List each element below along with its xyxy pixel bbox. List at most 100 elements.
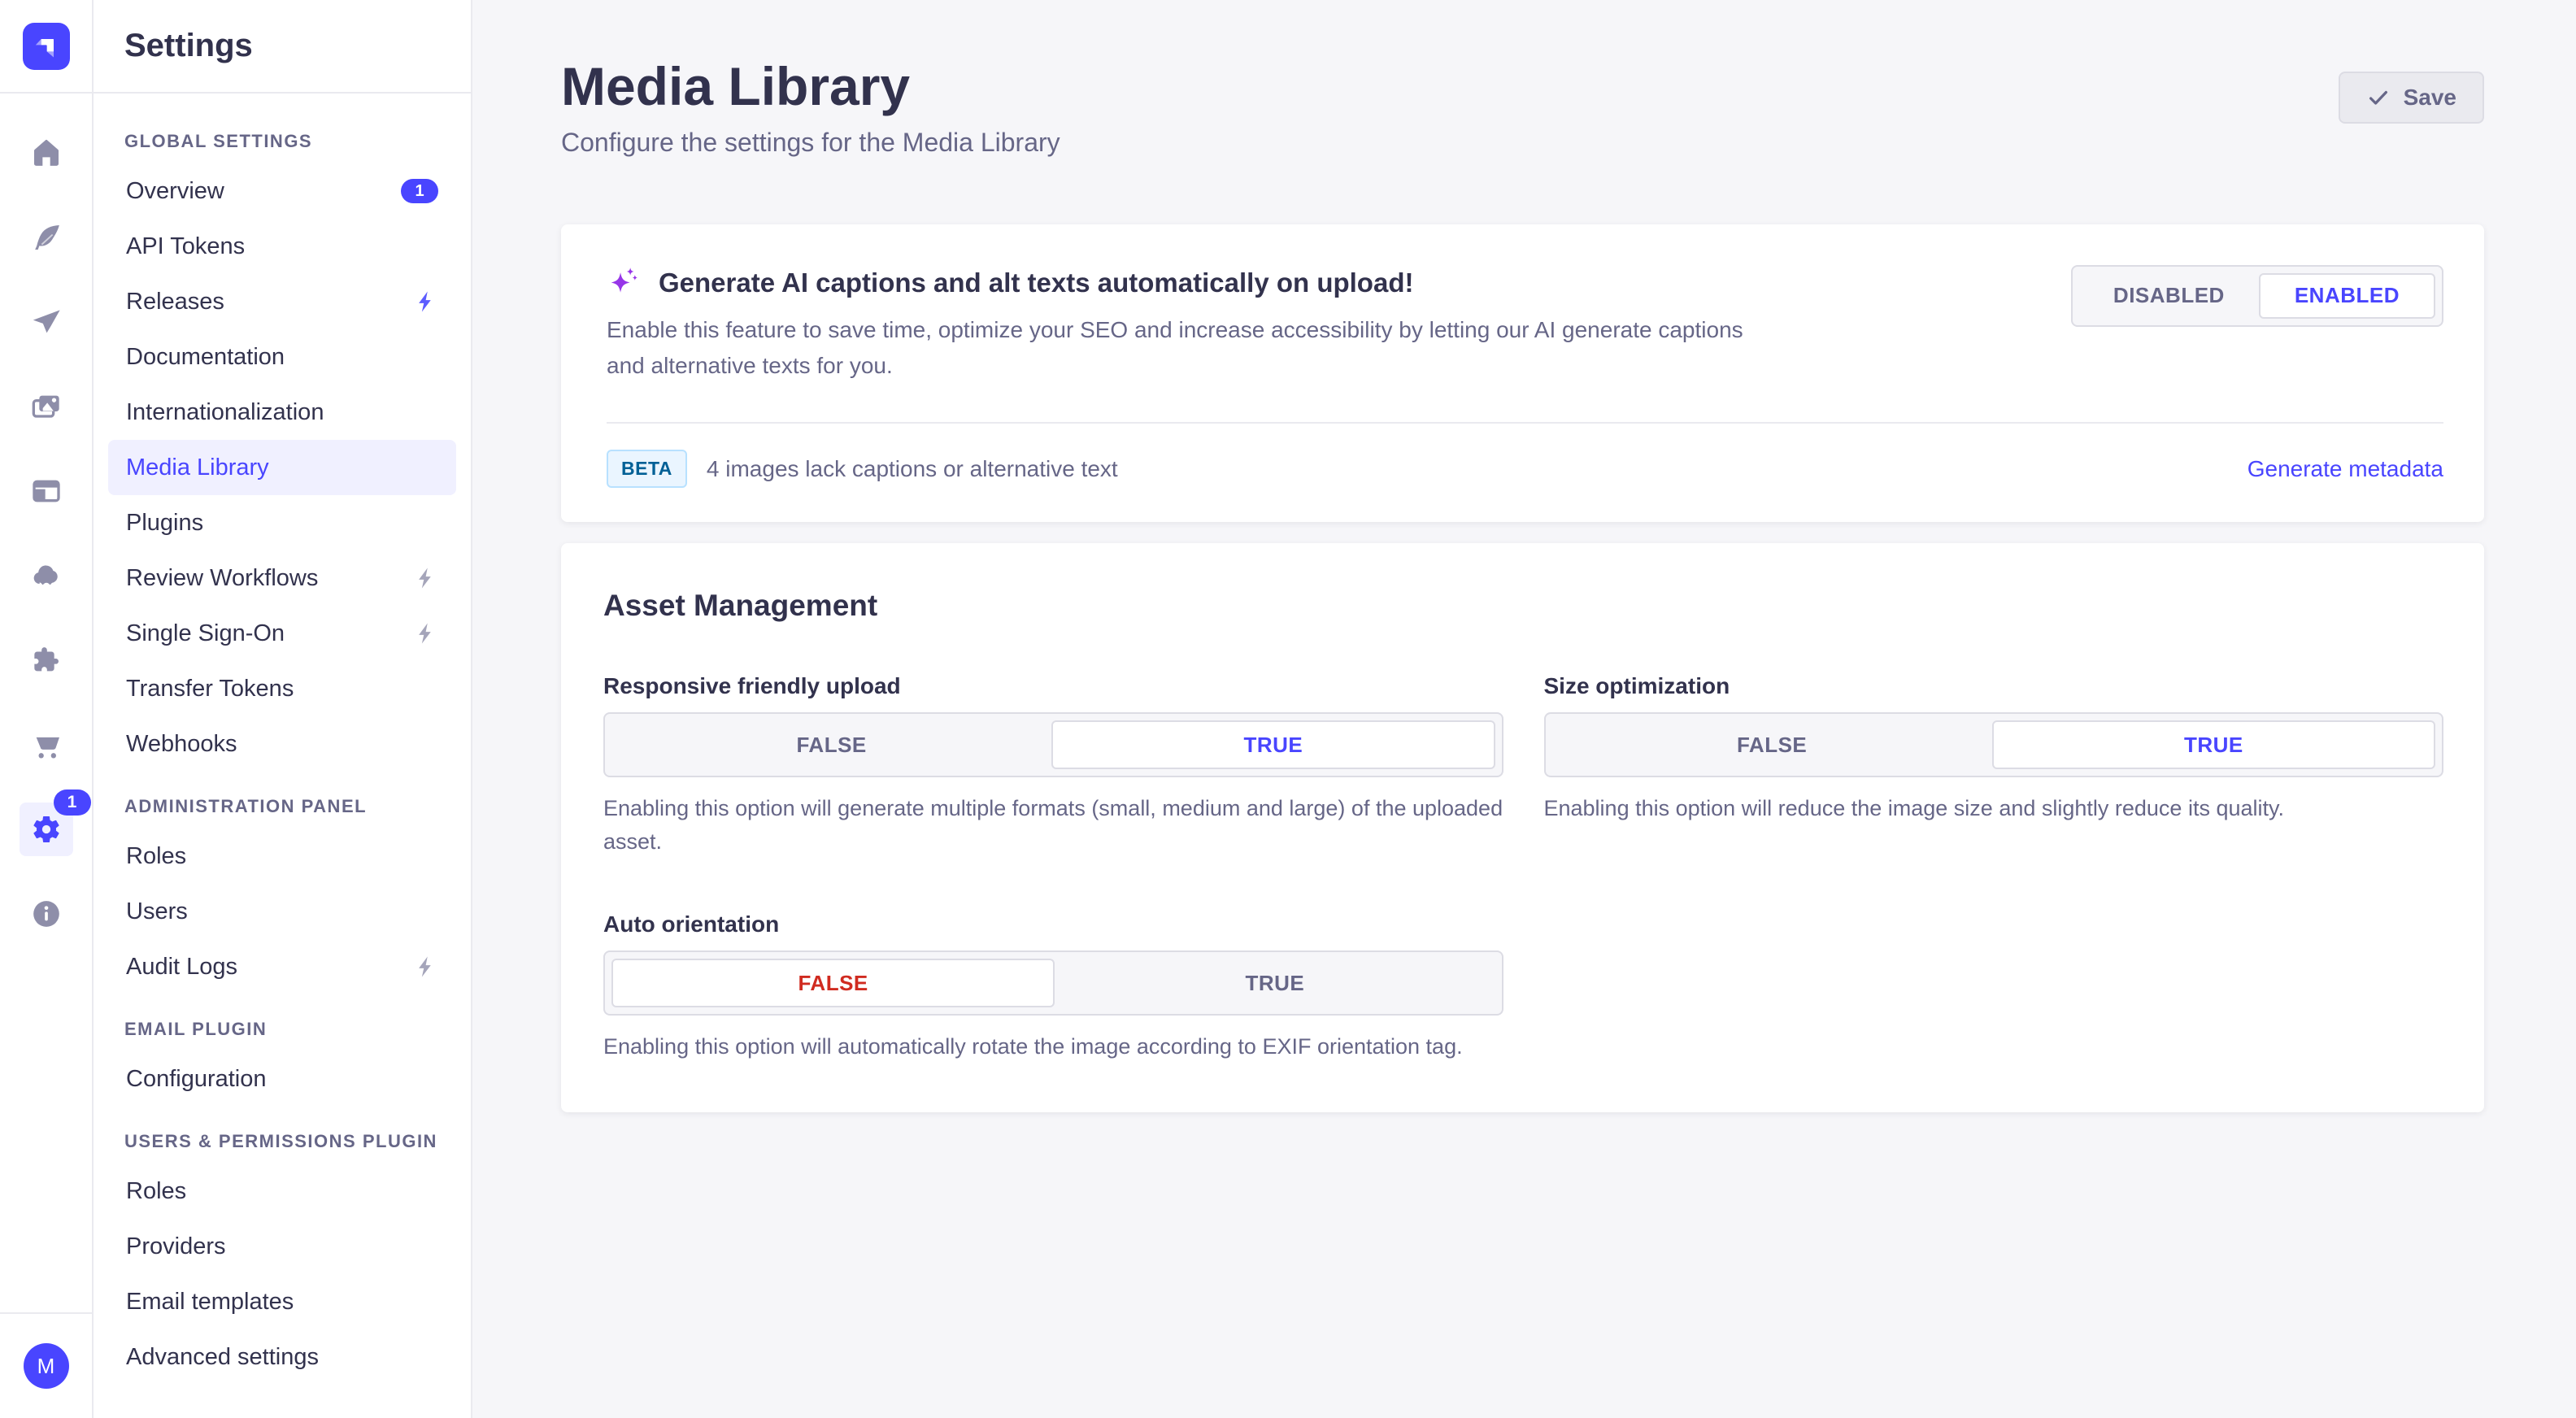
sidebar-item-label: Overview [126,178,224,205]
sidebar-item-webhooks[interactable]: Webhooks [108,716,456,772]
asset-management-card: Asset Management Responsive friendly upl… [561,543,2484,1112]
toggle-option-false[interactable]: FALSE [1552,722,1992,768]
responsive-upload-toggle: FALSE TRUE [603,712,1503,777]
asset-management-title: Asset Management [603,589,2443,623]
ai-banner-description: Enable this feature to save time, optimi… [607,312,1786,385]
field-hint: Enabling this option will reduce the ima… [1544,792,2444,825]
section-label: EMAIL PLUGIN [108,1019,456,1040]
sidebar-item-admin-roles[interactable]: Roles [108,829,456,884]
settings-sidebar: Settings GLOBAL SETTINGS Overview 1 API … [94,0,472,1418]
toggle-option-true[interactable]: TRUE [1055,960,1495,1006]
sidebar-item-label: Configuration [126,1066,267,1093]
sidebar-item-label: Transfer Tokens [126,676,294,702]
sidebar-item-label: Email templates [126,1289,294,1316]
rail-item-media-library[interactable] [20,380,73,433]
field-label: Responsive friendly upload [603,673,1503,699]
ai-captions-card: Generate AI captions and alt texts autom… [561,224,2484,523]
size-optimization-toggle: FALSE TRUE [1544,712,2444,777]
auto-orientation-toggle: FALSE TRUE [603,950,1503,1016]
sidebar-item-label: Releases [126,289,224,315]
cloud-plugin-icon [30,559,63,592]
rail-item-settings[interactable]: 1 [20,803,73,856]
toggle-option-false[interactable]: FALSE [611,722,1051,768]
sidebar-item-releases[interactable]: Releases [108,274,456,329]
sidebar-item-up-roles[interactable]: Roles [108,1164,456,1219]
toggle-option-false[interactable]: FALSE [611,959,1055,1007]
sidebar-item-label: Single Sign-On [126,620,285,647]
rail-item-content-manager[interactable] [20,211,73,264]
toggle-option-enabled[interactable]: ENABLED [2259,273,2435,319]
rail-header [0,0,92,94]
sparkles-icon [607,265,642,301]
rail-item-marketplace[interactable] [20,718,73,772]
toggle-option-true[interactable]: TRUE [1051,720,1495,769]
page-title: Media Library [561,57,1060,116]
main-nav-rail: 1 M [0,0,94,1418]
sidebar-item-internationalization[interactable]: Internationalization [108,385,456,440]
sidebar-item-media-library[interactable]: Media Library [108,440,456,495]
sidebar-item-label: Media Library [126,455,269,481]
beta-badge: BETA [607,450,687,488]
sidebar-item-email-templates[interactable]: Email templates [108,1274,456,1329]
sidebar-title: Settings [124,28,253,64]
lightning-icon [414,289,438,314]
field-label: Auto orientation [603,911,1503,937]
info-icon [30,898,63,930]
sidebar-item-users[interactable]: Users [108,884,456,939]
sidebar-item-label: Roles [126,1178,186,1205]
sidebar-item-label: Audit Logs [126,954,237,981]
save-button[interactable]: Save [2339,72,2484,124]
sidebar-item-review-workflows[interactable]: Review Workflows [108,550,456,606]
settings-notification-badge: 1 [54,789,91,816]
toggle-option-true[interactable]: TRUE [1992,720,2435,769]
overview-badge: 1 [401,179,438,203]
rail-footer: M [0,1312,92,1418]
rail-item-home[interactable] [20,126,73,180]
app-window: 1 M Settings GLOBAL SETTINGS Overview 1 … [0,0,2576,1418]
section-label: ADMINISTRATION PANEL [108,796,456,817]
paper-plane-icon [30,306,63,338]
user-avatar[interactable]: M [24,1343,69,1389]
rail-nav: 1 [20,126,73,972]
generate-metadata-link[interactable]: Generate metadata [2247,456,2443,482]
field-size-optimization: Size optimization FALSE TRUE Enabling th… [1544,673,2444,858]
sidebar-item-overview[interactable]: Overview 1 [108,163,456,219]
sidebar-item-configuration[interactable]: Configuration [108,1051,456,1107]
page-header-text: Media Library Configure the settings for… [561,57,1060,158]
sidebar-item-documentation[interactable]: Documentation [108,329,456,385]
sidebar-item-label: Plugins [126,510,203,537]
section-label: GLOBAL SETTINGS [108,131,456,152]
section-global-settings: GLOBAL SETTINGS Overview 1 API Tokens Re… [108,131,456,772]
sidebar-item-single-sign-on[interactable]: Single Sign-On [108,606,456,661]
rail-item-plugins[interactable] [20,549,73,602]
gear-icon [30,813,63,846]
sidebar-nav: GLOBAL SETTINGS Overview 1 API Tokens Re… [94,94,471,1409]
feather-icon [30,221,63,254]
sidebar-item-api-tokens[interactable]: API Tokens [108,219,456,274]
ai-card-bottom: BETA 4 images lack captions or alternati… [607,450,2443,488]
sidebar-item-audit-logs[interactable]: Audit Logs [108,939,456,994]
ai-enabled-toggle: DISABLED ENABLED [2071,265,2443,327]
sidebar-item-advanced-settings[interactable]: Advanced settings [108,1329,456,1385]
rail-item-releases[interactable] [20,464,73,518]
sidebar-item-plugins[interactable]: Plugins [108,495,456,550]
sidebar-item-transfer-tokens[interactable]: Transfer Tokens [108,661,456,716]
card-divider [607,422,2443,424]
sidebar-item-label: Users [126,898,188,925]
lightning-icon [414,621,438,646]
sidebar-item-label: Documentation [126,344,285,371]
rail-item-help[interactable] [20,887,73,941]
lightning-icon [414,566,438,590]
save-button-label: Save [2404,85,2456,111]
toggle-option-disabled[interactable]: DISABLED [2079,275,2259,317]
strapi-logo[interactable] [23,23,70,70]
sidebar-item-label: Roles [126,843,186,870]
sidebar-item-label: Internationalization [126,399,324,426]
ai-card-top: Generate AI captions and alt texts autom… [607,265,2443,385]
sidebar-item-providers[interactable]: Providers [108,1219,456,1274]
check-icon [2366,85,2391,110]
rail-item-content-type-builder[interactable] [20,295,73,349]
rail-item-marketplace-plugins[interactable] [20,633,73,687]
sidebar-item-label: API Tokens [126,233,245,260]
section-users-permissions-plugin: USERS & PERMISSIONS PLUGIN Roles Provide… [108,1131,456,1385]
